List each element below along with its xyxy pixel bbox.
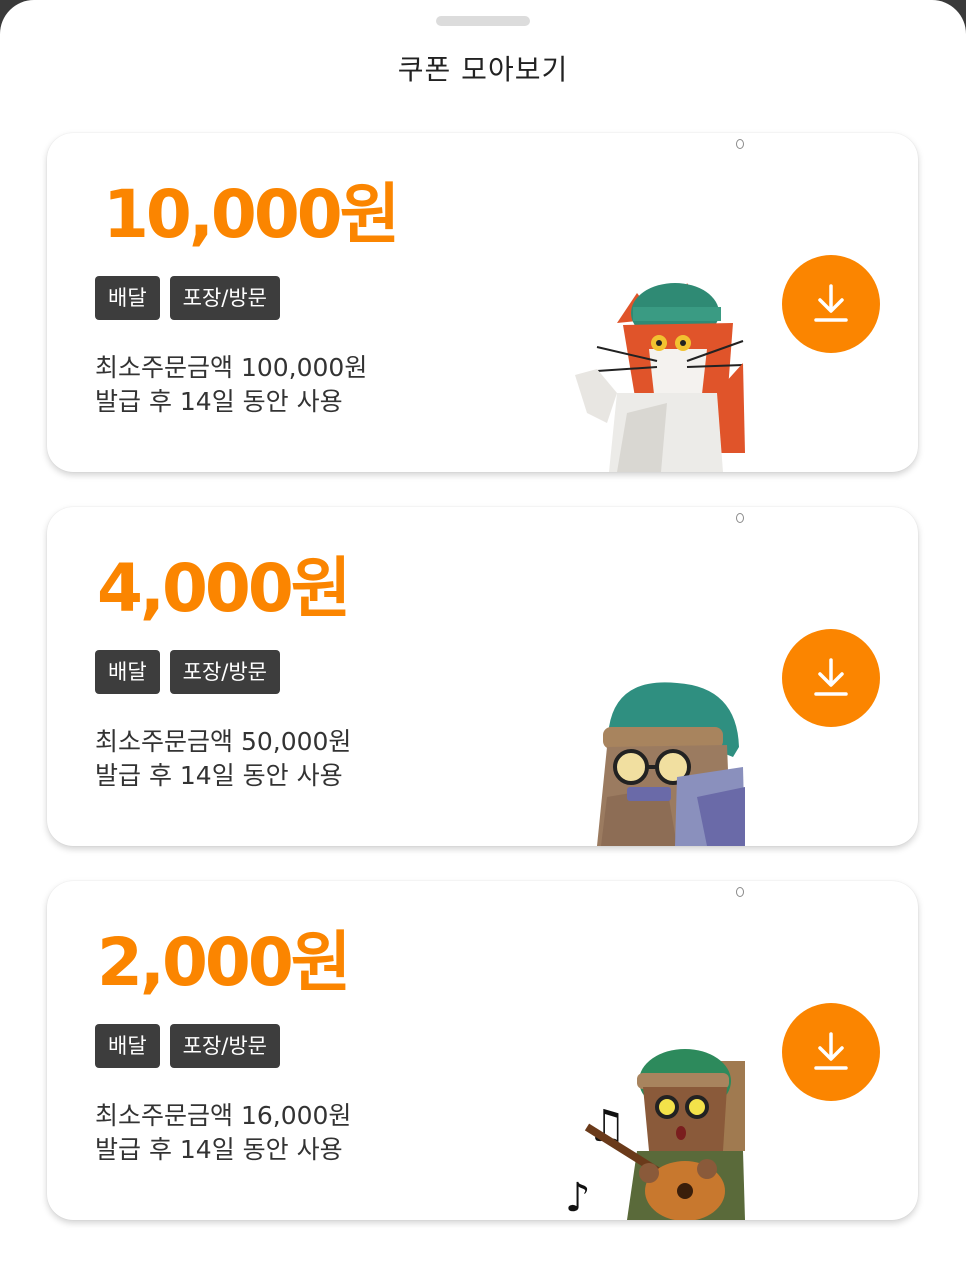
download-icon — [814, 284, 848, 322]
coupon-tags: 배달 포장/방문 — [95, 276, 280, 320]
coupon-conditions: 최소주문금액 100,000원 발급 후 14일 동안 사용 — [95, 351, 367, 419]
download-button[interactable] — [782, 255, 880, 353]
coupon-tags: 배달 포장/방문 — [95, 1024, 280, 1068]
coupon-amount: 10,000원 — [103, 176, 400, 253]
guitar-character-icon: ♫ ♪ — [565, 1049, 745, 1220]
download-icon — [814, 658, 848, 696]
coupon-sheet: 쿠폰 모아보기 10,000원 배달 포장/방문 최소주문금액 100,000원… — [0, 0, 966, 1279]
sheet-title: 쿠폰 모아보기 — [397, 53, 569, 86]
coupon-tags: 배달 포장/방문 — [95, 650, 280, 694]
svg-text:♪: ♪ — [565, 1175, 591, 1220]
tag-delivery: 배달 — [95, 1024, 160, 1068]
coupon-card: 4,000원 배달 포장/방문 최소주문금액 50,000원 발급 후 14일 … — [47, 507, 918, 846]
coupon-amount: 4,000원 — [97, 550, 351, 627]
coupon-card: 10,000원 배달 포장/방문 최소주문금액 100,000원 발급 후 14… — [47, 133, 918, 472]
coupon-conditions: 최소주문금액 16,000원 발급 후 14일 동안 사용 — [95, 1099, 351, 1167]
cat-character-icon — [575, 283, 745, 472]
harmonica-character-icon — [597, 647, 745, 846]
download-button[interactable] — [782, 629, 880, 727]
download-icon — [814, 1032, 848, 1070]
validity-text: 발급 후 14일 동안 사용 — [95, 387, 343, 416]
tag-pickup: 포장/방문 — [169, 276, 280, 320]
coupon-card: 2,000원 배달 포장/방문 최소주문금액 16,000원 발급 후 14일 … — [47, 881, 918, 1220]
tag-pickup: 포장/방문 — [169, 1024, 280, 1068]
tag-delivery: 배달 — [95, 650, 160, 694]
indicator-dot — [736, 513, 744, 523]
min-order-text: 최소주문금액 50,000원 — [95, 727, 352, 756]
sheet-grabber-handle[interactable] — [436, 16, 530, 26]
coupon-conditions: 최소주문금액 50,000원 발급 후 14일 동안 사용 — [95, 725, 351, 793]
validity-text: 발급 후 14일 동안 사용 — [95, 1135, 343, 1164]
tag-delivery: 배달 — [95, 276, 160, 320]
tag-pickup: 포장/방문 — [169, 650, 280, 694]
coupon-amount: 2,000원 — [97, 924, 351, 1001]
indicator-dot — [736, 887, 744, 897]
download-button[interactable] — [782, 1003, 880, 1101]
indicator-dot — [736, 139, 744, 149]
validity-text: 발급 후 14일 동안 사용 — [95, 761, 343, 790]
min-order-text: 최소주문금액 16,000원 — [95, 1101, 352, 1130]
min-order-text: 최소주문금액 100,000원 — [95, 353, 368, 382]
